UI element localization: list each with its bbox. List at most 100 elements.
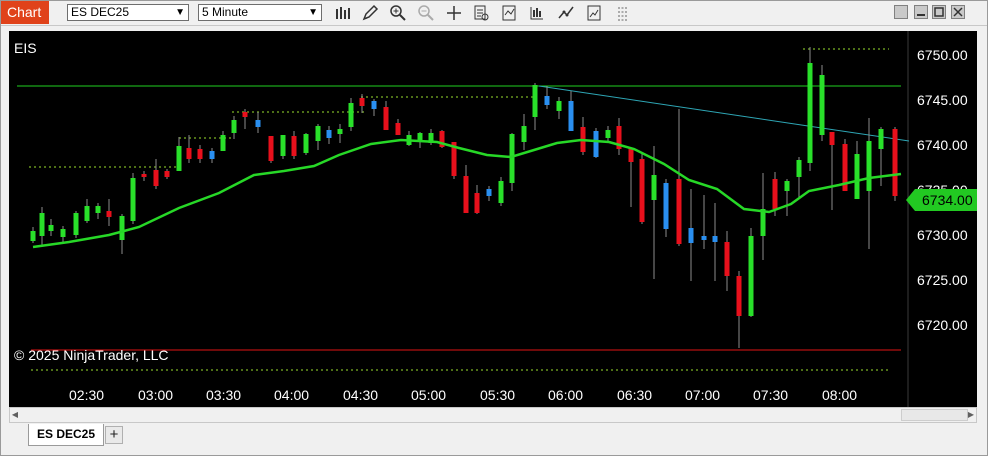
candle-body — [724, 242, 730, 276]
time-tick: 06:30 — [617, 387, 652, 403]
indicators-icon[interactable] — [499, 3, 519, 23]
candle-body — [164, 171, 170, 177]
candle-body — [280, 135, 286, 156]
symbol-label: EIS — [14, 40, 37, 56]
candle-body — [371, 101, 377, 109]
zoom-in-icon[interactable] — [388, 3, 408, 23]
scroll-right-icon[interactable]: ▶ — [966, 408, 976, 422]
instrument-selector[interactable]: ES DEC25 ▼ — [67, 4, 189, 21]
candle-body — [796, 160, 802, 177]
add-tab-button[interactable]: + — [105, 426, 123, 444]
strategies-icon[interactable] — [527, 3, 547, 23]
candle-body — [383, 107, 389, 130]
candle-body — [463, 176, 469, 213]
bars-type-icon[interactable] — [333, 3, 353, 23]
candle-body — [772, 179, 778, 209]
candle-body — [39, 213, 45, 236]
chevron-down-icon: ▼ — [175, 7, 185, 18]
candle-body — [130, 178, 136, 221]
interval-selector[interactable]: 5 Minute ▼ — [198, 4, 322, 21]
candle-body — [337, 129, 343, 134]
candle-body — [688, 228, 694, 243]
candle-body — [509, 134, 515, 183]
candle-body — [359, 98, 365, 106]
range-dotted-lines — [29, 48, 889, 371]
candle-body — [220, 135, 226, 151]
maximize-icon[interactable] — [932, 5, 946, 19]
zoom-out-icon[interactable] — [416, 3, 436, 23]
time-tick: 04:00 — [274, 387, 309, 403]
share-icon[interactable] — [613, 3, 633, 23]
price-tick: 6750.00 — [917, 47, 968, 63]
current-price-marker: 6734.00 — [906, 189, 977, 211]
price-tick: 6720.00 — [917, 317, 968, 333]
scroll-left-icon[interactable]: ◀ — [10, 408, 20, 422]
candle-body — [186, 148, 192, 159]
candle-body — [544, 96, 550, 105]
price-chart[interactable]: EIS © 2025 NinjaTrader, LLC 6750.00 6745… — [9, 31, 977, 407]
time-tick: 03:30 — [206, 387, 241, 403]
candlestick-series — [30, 47, 898, 348]
candle-body — [532, 85, 538, 117]
candle-body — [819, 75, 825, 135]
chart-window: Chart ES DEC25 ▼ 5 Minute ▼ EIS © 2025 N… — [0, 0, 988, 456]
scrollbar-thumb[interactable] — [901, 409, 968, 421]
candle-body — [866, 141, 872, 191]
current-price-text: 6734.00 — [922, 192, 973, 208]
time-tick: 05:00 — [411, 387, 446, 403]
drawing-tools-icon[interactable] — [556, 3, 576, 23]
price-tick: 6740.00 — [917, 137, 968, 153]
chart-canvas[interactable]: EIS © 2025 NinjaTrader, LLC 6750.00 6745… — [9, 31, 977, 407]
candle-body — [395, 123, 401, 135]
candle-body — [701, 236, 707, 240]
candle-body — [231, 120, 237, 133]
candle-body — [348, 103, 354, 127]
tab-es-dec25[interactable]: ES DEC25 — [28, 424, 104, 446]
candle-body — [663, 183, 669, 229]
data-box-icon[interactable] — [471, 3, 491, 23]
candle-body — [829, 132, 835, 145]
tab-bar: ES DEC25 + — [1, 424, 987, 455]
candle-body — [30, 231, 36, 241]
copyright-text: © 2025 NinjaTrader, LLC — [14, 347, 169, 363]
time-axis: 02:30 03:00 03:30 04:00 04:30 05:00 05:3… — [69, 387, 857, 403]
draw-pencil-icon[interactable] — [360, 3, 380, 23]
price-tick: 6725.00 — [917, 272, 968, 288]
candle-body — [209, 151, 215, 159]
price-tick: 6730.00 — [917, 227, 968, 243]
time-tick: 04:30 — [343, 387, 378, 403]
candle-body — [605, 130, 611, 138]
candle-body — [712, 236, 718, 242]
candle-body — [760, 209, 766, 236]
tile-icon[interactable] — [894, 5, 908, 19]
candle-body — [60, 229, 66, 237]
time-tick: 07:00 — [685, 387, 720, 403]
candle-body — [593, 131, 599, 157]
crosshair-icon[interactable] — [444, 3, 464, 23]
time-tick: 07:30 — [753, 387, 788, 403]
instrument-value: ES DEC25 — [71, 5, 130, 19]
time-tick: 05:30 — [480, 387, 515, 403]
candle-body — [106, 211, 112, 217]
candle-body — [568, 101, 574, 131]
candle-body — [255, 120, 261, 127]
candle-body — [291, 136, 297, 156]
candle-body — [807, 63, 813, 163]
candle-body — [153, 170, 159, 186]
candle-body — [498, 181, 504, 203]
candle-body — [73, 213, 79, 235]
interval-value: 5 Minute — [202, 5, 249, 19]
candle-body — [119, 216, 125, 240]
chart-toolbar: Chart ES DEC25 ▼ 5 Minute ▼ — [1, 1, 987, 26]
minimize-icon[interactable] — [914, 5, 928, 19]
candle-body — [48, 225, 54, 231]
candle-body — [628, 148, 634, 162]
candle-body — [474, 193, 480, 213]
candle-body — [784, 181, 790, 191]
candle-body — [892, 129, 898, 196]
close-icon[interactable] — [951, 5, 965, 19]
properties-icon[interactable] — [584, 3, 604, 23]
horizontal-scrollbar[interactable]: ◀ ▶ — [9, 407, 977, 423]
candle-body — [141, 174, 147, 177]
candle-body — [651, 175, 657, 200]
